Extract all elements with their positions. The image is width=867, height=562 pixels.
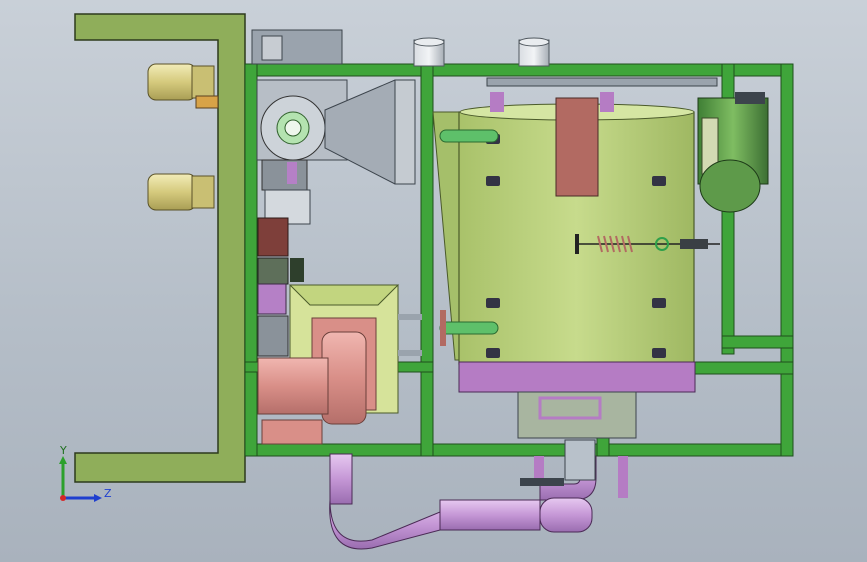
tank-base bbox=[458, 361, 696, 439]
actuator-lower bbox=[147, 173, 215, 211]
blower-assembly bbox=[256, 79, 416, 191]
actuator-upper bbox=[147, 63, 219, 109]
z-axis-label: Z bbox=[104, 487, 112, 500]
cad-viewport[interactable]: Y Z bbox=[0, 0, 867, 562]
motor bbox=[697, 92, 769, 213]
y-axis-label: Y bbox=[59, 444, 67, 457]
top-mechanism bbox=[251, 29, 718, 87]
